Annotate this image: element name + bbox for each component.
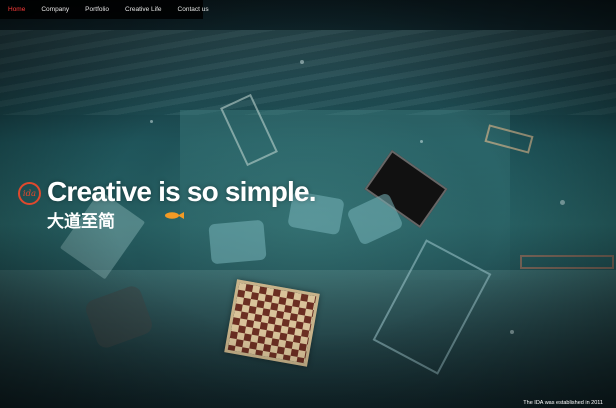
nav-item-creative-life[interactable]: Creative Life — [117, 0, 170, 19]
chessboard — [224, 279, 320, 367]
nav-item-company[interactable]: Company — [33, 0, 77, 19]
main-nav: Home Company Portfolio Creative Life Con… — [0, 0, 209, 19]
ida-logo-icon[interactable]: ida — [18, 182, 41, 205]
floating-table — [520, 255, 614, 269]
bubble — [510, 330, 514, 334]
nav-item-portfolio[interactable]: Portfolio — [77, 0, 117, 19]
nav-item-contact-us[interactable]: Contact us — [170, 0, 217, 19]
establishment-note: The IDA was established in 2011 — [523, 400, 603, 406]
bubble — [420, 140, 423, 143]
water-surface — [0, 30, 616, 115]
bubble — [300, 60, 304, 64]
nav-item-home[interactable]: Home — [0, 0, 33, 19]
hero-headline: Creative is so simple. — [47, 176, 317, 207]
logo-text: ida — [22, 188, 37, 199]
goldfish-icon — [165, 212, 184, 219]
bubble — [150, 120, 153, 123]
hero-subheadline: 大道至简 — [47, 212, 115, 231]
cushion — [208, 219, 267, 265]
bubble — [560, 200, 565, 205]
